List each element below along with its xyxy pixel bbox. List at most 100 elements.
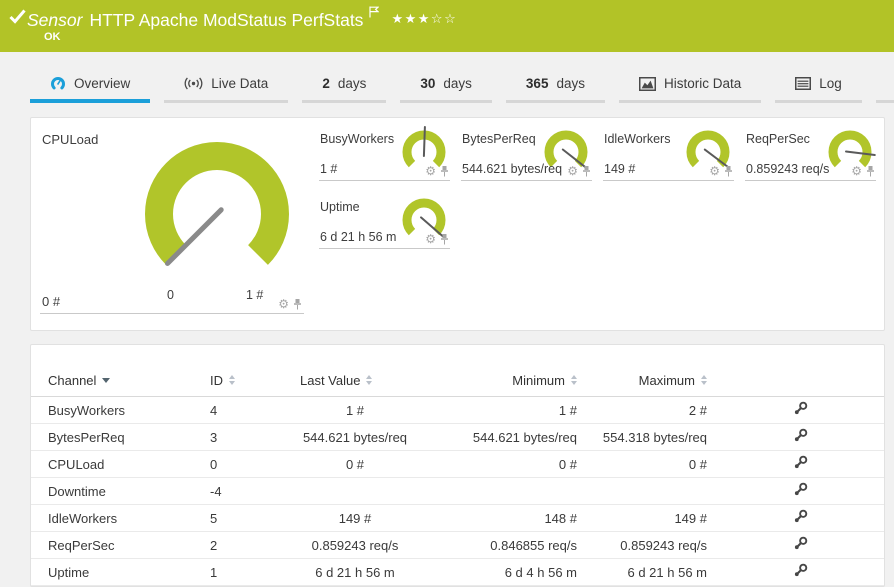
channel-settings-button[interactable] (792, 427, 809, 444)
channels-panel: Channel ID Last Value Minimum Maximum BusyWo… (30, 344, 885, 587)
gauges-panel: CPULoad 0 1 # 0 # ⚙ BusyWorkers 1 # ⚙ Bytes… (30, 117, 885, 331)
pin-icon[interactable] (866, 165, 875, 177)
star-filled-icon: ★ (417, 11, 431, 26)
column-header-max[interactable]: Maximum (577, 373, 707, 388)
sort-both-icon (229, 375, 235, 385)
log-icon (795, 77, 812, 90)
column-header-channel[interactable]: Channel (31, 373, 201, 388)
tab-label: Live Data (211, 76, 269, 91)
tab-settings[interactable]: ⚙Settings (875, 64, 894, 103)
pin-icon[interactable] (724, 165, 733, 177)
gauge-uptime: Uptime 6 d 21 h 56 m ⚙ (319, 192, 450, 249)
pin-icon[interactable] (440, 165, 449, 177)
table-row: BusyWorkers 4 1 # 1 # 2 # (31, 397, 884, 424)
tab-overview[interactable]: Overview (30, 64, 151, 103)
last-value-cell: 149 # (338, 510, 372, 526)
gauge-name: IdleWorkers (604, 132, 671, 146)
channel-tools-cell (707, 562, 884, 582)
minimum-cell: 148 # (544, 510, 577, 526)
channel-id-cell: 2 (210, 537, 218, 553)
maximum-cell: 149 # (674, 510, 707, 526)
table-row: ReqPerSec 2 0.859243 req/s 0.846855 req/s 0.… (31, 532, 884, 559)
minimum-cell: 544.621 bytes/req (472, 429, 577, 445)
column-header-label: Maximum (638, 372, 695, 388)
channel-settings-button[interactable] (792, 535, 809, 552)
flag-icon[interactable] (369, 6, 380, 18)
gear-icon[interactable]: ⚙ (709, 165, 720, 177)
channel-settings-button[interactable] (792, 400, 809, 417)
column-header-label: ID (210, 372, 223, 388)
tab-range-number: 2 (322, 76, 330, 91)
priority-stars[interactable]: ★★★☆☆ (391, 11, 457, 26)
tab-365-days[interactable]: 365 days (505, 64, 605, 103)
gear-icon[interactable]: ⚙ (567, 165, 578, 177)
gear-icon[interactable]: ⚙ (425, 233, 436, 245)
channel-name-cell: BusyWorkers (48, 402, 126, 418)
gauge-bytesperreq: BytesPerReq 544.621 bytes/req ⚙ (461, 124, 592, 181)
column-header-last[interactable]: Last Value (281, 373, 429, 388)
tab-label: Overview (74, 76, 131, 91)
gauge-name: CPULoad (42, 132, 99, 147)
maximum-cell: 0 # (688, 456, 707, 472)
tab-historic-data[interactable]: Historic Data (618, 64, 762, 103)
channel-settings-button[interactable] (792, 454, 809, 471)
wrench-icon (792, 454, 809, 471)
gauge-name: Uptime (320, 200, 360, 214)
tab-log[interactable]: Log (775, 64, 862, 103)
table-body: BusyWorkers 4 1 # 1 # 2 # BytesPerReq 3 544.621… (31, 397, 884, 586)
channel-settings-button[interactable] (792, 508, 809, 525)
tab-live-data[interactable]: Live Data (164, 64, 289, 103)
minimum-cell: 0.846855 req/s (490, 537, 577, 553)
gauge-idleworkers: IdleWorkers 149 # ⚙ (603, 124, 734, 181)
minimum-cell: 6 d 4 h 56 m (504, 564, 577, 580)
pin-icon[interactable] (293, 298, 302, 310)
gauge-cpuload: CPULoad 0 1 # 0 # ⚙ (40, 124, 304, 314)
star-filled-icon: ★ (404, 11, 418, 26)
gear-icon[interactable]: ⚙ (278, 298, 289, 310)
gauge-value: 0 # (42, 294, 61, 309)
table-row: Uptime 1 6 d 21 h 56 m 6 d 4 h 56 m 6 d 21 h… (31, 559, 884, 586)
gear-icon[interactable]: ⚙ (851, 165, 862, 177)
channel-settings-button[interactable] (792, 562, 809, 579)
wrench-icon (792, 481, 809, 498)
wrench-icon (792, 508, 809, 525)
channel-settings-button[interactable] (792, 481, 809, 498)
channel-name-cell: ReqPerSec (48, 537, 115, 553)
channel-tools-cell (707, 400, 884, 420)
sort-both-icon (701, 375, 707, 385)
sensor-title: HTTP Apache ModStatus PerfStats (89, 10, 364, 30)
gauge-actions: ⚙ (851, 165, 875, 177)
maximum-cell: 6 d 21 h 56 m (627, 564, 708, 580)
gauge-dial (137, 126, 297, 296)
gauge-value: 1 # (320, 162, 338, 176)
table-row: Downtime -4 (31, 478, 884, 505)
gauge-value: 149 # (604, 162, 636, 176)
last-value-cell: 0.859243 req/s (311, 537, 399, 553)
tab-label: Historic Data (663, 76, 742, 91)
pin-icon[interactable] (582, 165, 591, 177)
gear-icon[interactable]: ⚙ (425, 165, 436, 177)
tab-2-days[interactable]: 2 days (302, 64, 387, 103)
gauge-scale-max: 1 # (246, 288, 264, 302)
column-header-id[interactable]: ID (201, 373, 281, 388)
gauge-reqpersec: ReqPerSec 0.859243 req/s ⚙ (745, 124, 876, 181)
wrench-icon (792, 535, 809, 552)
wrench-icon (792, 427, 809, 444)
last-value-cell: 1 # (345, 402, 365, 418)
column-header-min[interactable]: Minimum (429, 373, 577, 388)
sort-both-icon (366, 375, 373, 385)
live-data-icon (184, 77, 203, 90)
star-empty-icon: ☆ (444, 11, 458, 26)
minimum-cell: 0 # (558, 456, 577, 472)
channel-id-cell: 0 (210, 456, 218, 472)
small-gauges-grid: BusyWorkers 1 # ⚙ BytesPerReq 544.621 bytes/… (319, 124, 876, 249)
tab-range-number: 365 (525, 76, 549, 91)
channel-id-cell: 5 (210, 510, 218, 526)
tab-30-days[interactable]: 30 days (400, 64, 492, 103)
channel-id-cell: -4 (210, 483, 222, 499)
pin-icon[interactable] (440, 233, 449, 245)
sensor-status-header: Sensor HTTP Apache ModStatus PerfStats ★★… (0, 0, 894, 52)
gauge-name: ReqPerSec (746, 132, 810, 146)
sensor-kind-label: Sensor (27, 10, 83, 30)
tab-label: days (443, 76, 472, 91)
